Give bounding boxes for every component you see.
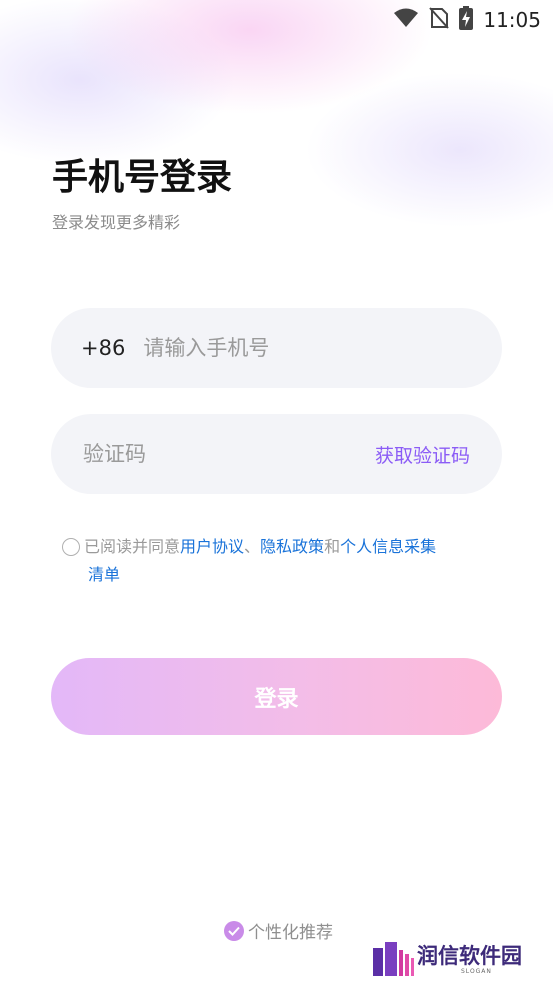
- agreement: 已阅读并同意用户协议、隐私政策和个人信息采集 清单: [62, 533, 502, 589]
- wifi-icon: [393, 8, 419, 32]
- agreement-separator: 、: [244, 537, 261, 556]
- watermark-text: 润信软件园: [417, 944, 522, 968]
- watermark-logo: 润信软件园 SLOGAN: [373, 940, 548, 980]
- watermark-slogan: SLOGAN: [461, 968, 492, 975]
- phone-field[interactable]: +86: [51, 308, 502, 388]
- status-icons: 11:05: [393, 6, 541, 34]
- verification-code-input[interactable]: [81, 441, 335, 467]
- no-sim-icon: [429, 7, 450, 33]
- agreement-radio[interactable]: [62, 538, 80, 556]
- agreement-prefix: 已阅读并同意: [84, 537, 181, 556]
- page-title: 手机号登录: [52, 157, 233, 198]
- user-agreement-link[interactable]: 用户协议: [180, 537, 244, 556]
- login-button[interactable]: 登录: [51, 658, 502, 735]
- privacy-policy-link[interactable]: 隐私政策: [260, 537, 324, 556]
- building-logo-icon: [373, 942, 414, 976]
- agreement-and: 和: [324, 537, 341, 556]
- info-collection-link-continued[interactable]: 清单: [62, 561, 502, 589]
- status-time: 11:05: [483, 8, 541, 32]
- get-code-button[interactable]: 获取验证码: [375, 441, 470, 468]
- country-code[interactable]: +86: [81, 336, 125, 360]
- info-collection-link[interactable]: 个人信息采集: [340, 537, 436, 556]
- phone-input[interactable]: [141, 335, 446, 361]
- personalized-recommendation[interactable]: 个性化推荐: [224, 918, 333, 943]
- page-subtitle: 登录发现更多精彩: [52, 213, 181, 232]
- checkmark-icon[interactable]: [224, 920, 244, 941]
- battery-charging-icon: [459, 6, 474, 34]
- personalized-label: 个性化推荐: [248, 923, 333, 943]
- status-bar: 11:05: [0, 0, 553, 38]
- verification-code-field[interactable]: 获取验证码: [51, 414, 502, 494]
